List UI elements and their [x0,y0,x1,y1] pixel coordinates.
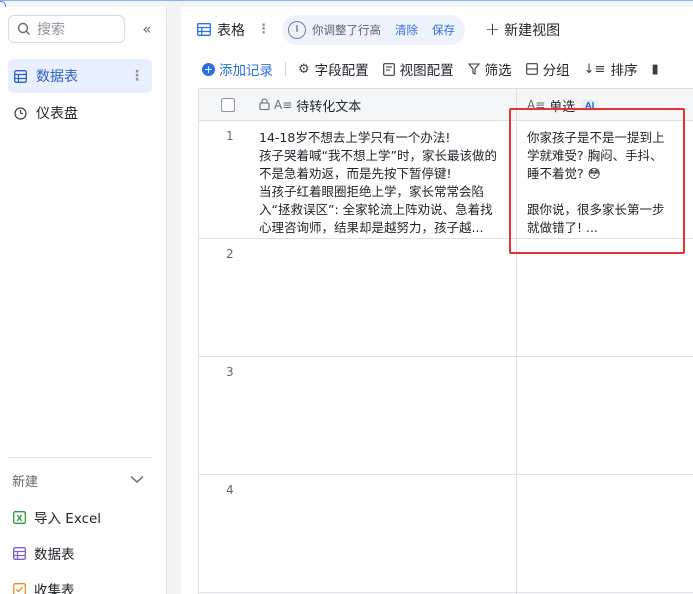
row-height-toolbar-icon: ▮ [651,61,659,77]
table-row[interactable]: 2 [199,239,693,357]
text-line: 孩子哭着喊“我不想上学”时，家长最该做的 [259,148,497,163]
filter-button[interactable]: 筛选 [467,59,512,79]
search-placeholder: 搜索 [37,22,65,38]
save-button[interactable]: 保存 [432,22,455,38]
main-panel: 表格 ⋮ I 你调整了行高 清除 保存 + 新建视图 + 添加记录 ⚙ 字段配置… [181,7,693,594]
column-header-text[interactable]: A≡ 待转化文本 [259,89,361,121]
row-height-icon: I [288,20,306,39]
text-line: 心理咨询师，结果却是越努力，孩子越... [259,220,484,235]
view-config-icon [382,62,395,76]
table-row[interactable]: 4 [199,475,693,593]
red-highlight-box [509,108,685,254]
dashboard-icon [12,106,28,120]
view-tabs: 表格 ⋮ I 你调整了行高 清除 保存 + 新建视图 [181,7,693,52]
tab-more-icon[interactable]: ⋮ [257,22,270,37]
svg-text:X: X [16,513,23,522]
plus-icon: + [485,19,501,40]
lock-icon [259,97,270,113]
excel-icon: X [12,510,26,524]
text-line: 入“拯救误区”: 全家轮流上阵劝说、急着找 [259,202,493,217]
new-section-title: 新建 [12,475,39,490]
sidebar-divider [8,457,152,458]
new-view-button[interactable]: + 新建视图 [485,19,560,40]
add-record-label: 添加记录 [219,63,273,79]
filter-label: 筛选 [484,63,512,79]
tab-table[interactable]: 表格 [197,20,245,40]
table-icon [197,23,211,36]
select-all-checkbox[interactable] [221,98,235,112]
new-datatable[interactable]: 数据表 [12,541,75,565]
new-item-label: 收集表 [34,583,75,594]
text-line: 14-18岁不想去上学只有一个办法! [259,130,451,145]
group-button[interactable]: 分组 [525,59,570,79]
view-config-button[interactable]: 视图配置 [382,59,454,79]
row-number: 4 [226,483,234,497]
table-icon [12,546,26,560]
new-view-label: 新建视图 [504,22,561,39]
sidebar: 搜索 « 数据表 ⋮ 仪表盘 新建 X 导入 Excel 数据表 收集表 [0,7,167,594]
sort-button[interactable]: ↓≡ 排序 [583,59,638,80]
row-height-adjust-pill: I 你调整了行高 清除 保存 [282,14,465,45]
group-icon [525,63,538,75]
add-record-button[interactable]: + 添加记录 [202,59,273,79]
search-input[interactable]: 搜索 [8,15,125,43]
field-config-button[interactable]: ⚙ 字段配置 [298,59,369,80]
chevron-down-icon[interactable] [130,473,144,488]
table-icon [12,69,28,83]
text-line: 不是急着劝返，而是先按下暂停键! [259,166,452,181]
sort-label: 排序 [610,63,638,79]
plus-circle-icon: + [202,62,215,76]
row-number: 1 [226,129,234,143]
new-item-label: 导入 Excel [34,511,102,527]
row-number: 2 [226,247,234,261]
form-icon [12,582,26,594]
new-form[interactable]: 收集表 [12,577,75,594]
text-field-icon: A≡ [274,98,293,112]
sidebar-item-datatable[interactable]: 数据表 ⋮ [8,59,152,93]
sort-icon: ↓≡ [583,61,606,77]
clear-button[interactable]: 清除 [395,22,418,38]
gear-icon: ⚙ [298,61,310,77]
cell-source-text[interactable]: 14-18岁不想去上学只有一个办法! 孩子哭着喊“我不想上学”时，家长最该做的 … [259,129,512,237]
row-number: 3 [226,365,234,379]
new-item-label: 数据表 [34,547,75,563]
field-config-label: 字段配置 [314,63,369,79]
collapse-sidebar-button[interactable]: « [138,19,156,39]
sidebar-item-label: 仪表盘 [36,106,78,122]
text-line: 当孩子红着眼圈拒绝上学，家长常常会陷 [259,184,485,199]
more-icon[interactable]: ⋮ [130,68,144,84]
toolbar-separator [285,62,286,76]
sidebar-item-label: 数据表 [36,69,78,85]
table-row[interactable]: 3 [199,357,693,475]
toolbar: + 添加记录 ⚙ 字段配置 视图配置 筛选 分组 ↓≡ 排序 ▮ [181,52,693,86]
group-label: 分组 [542,63,570,79]
view-config-label: 视图配置 [399,63,454,79]
column-header-label: 待转化文本 [296,99,362,115]
adjust-text: 你调整了行高 [312,22,381,37]
sidebar-item-dashboard[interactable]: 仪表盘 [8,96,152,130]
filter-icon [467,63,480,75]
more-toolbar-icon[interactable]: ▮ [651,62,663,77]
search-icon [17,22,30,35]
new-section-header[interactable]: 新建 [12,471,144,490]
new-import-excel[interactable]: X 导入 Excel [12,505,101,529]
tab-label: 表格 [217,22,245,39]
